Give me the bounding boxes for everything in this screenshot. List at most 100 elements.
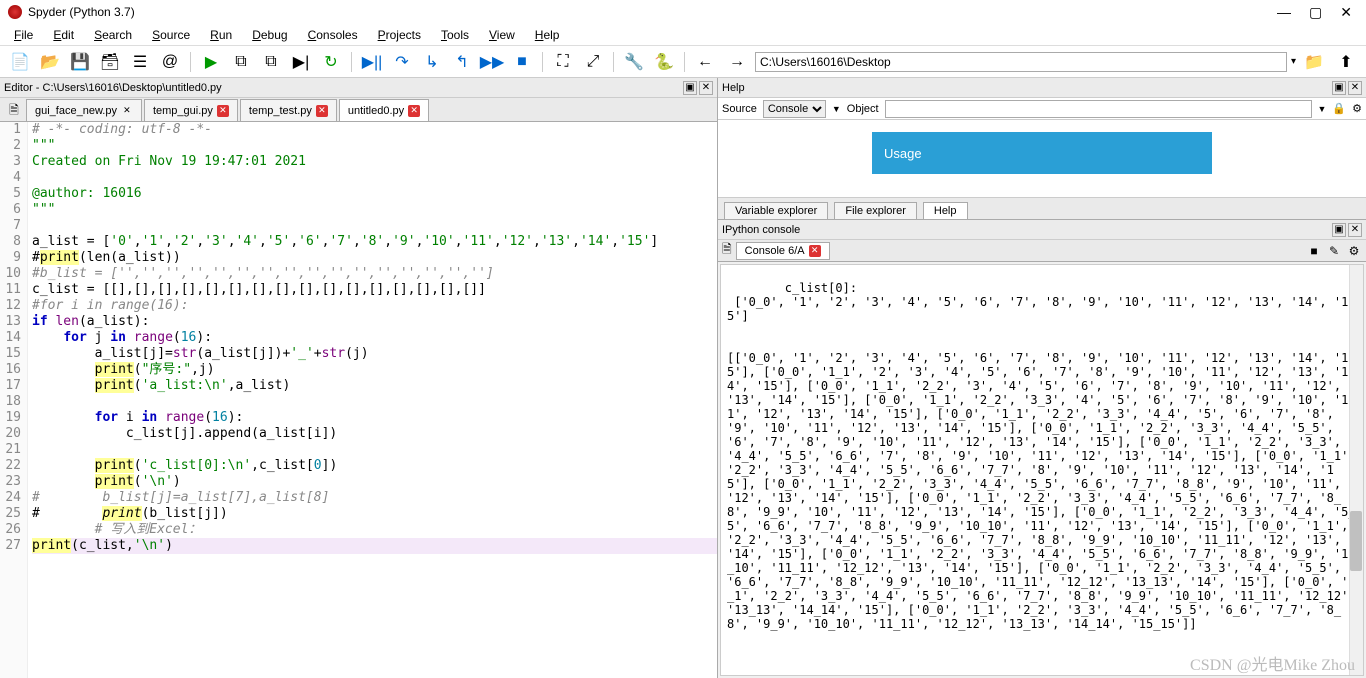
usage-banner: Usage xyxy=(872,132,1212,174)
ipython-float-button[interactable]: ▣ xyxy=(1332,223,1346,237)
back-button[interactable]: ← xyxy=(691,49,719,75)
console-tab-label: Console 6/A xyxy=(745,245,805,257)
menu-source[interactable]: Source xyxy=(144,26,198,44)
continue-button[interactable]: ▶▶ xyxy=(478,49,506,75)
help-object-input[interactable] xyxy=(885,100,1312,118)
step-into-button[interactable]: ↳ xyxy=(418,49,446,75)
menu-run[interactable]: Run xyxy=(202,26,240,44)
maximize-pane-button[interactable]: ⛶ xyxy=(549,49,577,75)
file-browse-button[interactable]: 🗎 xyxy=(4,101,24,121)
minimize-button[interactable]: — xyxy=(1277,4,1291,21)
console-tab[interactable]: Console 6/A ✕ xyxy=(736,242,830,260)
working-dir-input[interactable] xyxy=(755,52,1287,72)
toolbar-sep xyxy=(542,52,543,72)
menu-tools[interactable]: Tools xyxy=(433,26,477,44)
file-tab[interactable]: temp_gui.py ✕ xyxy=(144,99,238,121)
step-over-button[interactable]: ↷ xyxy=(388,49,416,75)
new-file-button[interactable]: 📄 xyxy=(6,49,34,75)
file-tab-close-icon[interactable]: ✕ xyxy=(121,105,133,117)
scrollbar-thumb[interactable] xyxy=(1350,511,1362,571)
file-tab[interactable]: temp_test.py ✕ xyxy=(240,99,337,121)
editor-header-title: Editor - C:\Users\16016\Desktop\untitled… xyxy=(4,82,222,94)
step-out-button[interactable]: ↰ xyxy=(448,49,476,75)
stop-debug-button[interactable]: ■ xyxy=(508,49,536,75)
file-tab-close-icon[interactable]: ✕ xyxy=(408,105,420,117)
file-tab-close-icon[interactable]: ✕ xyxy=(316,105,328,117)
menu-view[interactable]: View xyxy=(481,26,523,44)
code-editor[interactable]: 1234567891011121314151617181920212223242… xyxy=(0,122,717,678)
debug-button[interactable]: ▶|| xyxy=(358,49,386,75)
menu-help[interactable]: Help xyxy=(527,26,568,44)
help-tabs: Variable explorer File explorer Help xyxy=(718,197,1366,219)
ipython-title: IPython console xyxy=(722,224,800,236)
window-title: Spyder (Python 3.7) xyxy=(28,5,135,19)
remove-clients-icon[interactable]: ✎ xyxy=(1326,243,1342,259)
help-object-label: Object xyxy=(847,103,879,115)
help-source-select[interactable]: Console xyxy=(763,100,826,118)
forward-button[interactable]: → xyxy=(723,49,751,75)
menu-projects[interactable]: Projects xyxy=(370,26,429,44)
run-selection-button[interactable]: ▶| xyxy=(287,49,315,75)
preferences-button[interactable]: 🔧 xyxy=(620,49,648,75)
title-bar: Spyder (Python 3.7) — ▢ ✕ xyxy=(0,0,1366,24)
help-pane-title: Help xyxy=(722,82,745,94)
file-tab-label: temp_gui.py xyxy=(153,105,213,117)
scrollbar[interactable] xyxy=(1349,265,1363,675)
parent-dir-button[interactable]: ⬆ xyxy=(1332,49,1360,75)
file-tab-close-icon[interactable]: ✕ xyxy=(217,105,229,117)
help-content: Usage xyxy=(718,120,1366,197)
console-tab-close-icon[interactable]: ✕ xyxy=(809,245,821,257)
gear-icon[interactable]: ⚙ xyxy=(1352,102,1362,115)
file-tabs: 🗎 gui_face_new.py✕temp_gui.py✕temp_test.… xyxy=(0,98,717,122)
file-tab[interactable]: untitled0.py✕ xyxy=(339,99,429,121)
console-text: c_list[0]: ['0_0', '1', '2', '3', '4', '… xyxy=(727,281,1363,631)
help-pane-header: Help ▣ ✕ xyxy=(718,78,1366,98)
help-toolbar: Source Console ▼ Object ▼ 🔒 ⚙ xyxy=(718,98,1366,120)
maximize-button[interactable]: ▢ xyxy=(1309,4,1322,21)
browse-dir-button[interactable]: 📁 xyxy=(1300,49,1328,75)
console-output[interactable]: c_list[0]: ['0_0', '1', '2', '3', '4', '… xyxy=(720,264,1364,676)
file-tab-label: gui_face_new.py xyxy=(35,105,117,117)
ipython-close-pane-button[interactable]: ✕ xyxy=(1348,223,1362,237)
ipython-pane-header: IPython console ▣ ✕ xyxy=(718,220,1366,240)
help-tab-variable-explorer[interactable]: Variable explorer xyxy=(724,202,828,219)
open-file-button[interactable]: 📂 xyxy=(36,49,64,75)
close-button[interactable]: ✕ xyxy=(1340,4,1352,21)
console-browse-button[interactable]: 🗎 xyxy=(722,240,732,261)
path-dropdown-icon[interactable]: ▾ xyxy=(1291,56,1296,67)
run-cell-button[interactable]: ⧉ xyxy=(227,49,255,75)
editor-float-button[interactable]: ▣ xyxy=(683,81,697,95)
run-button[interactable]: ▶ xyxy=(197,49,225,75)
file-tab[interactable]: gui_face_new.py ✕ xyxy=(26,99,142,121)
watermark: CSDN @光电Mike Zhou xyxy=(1190,659,1355,673)
help-source-label: Source xyxy=(722,103,757,115)
rerun-button[interactable]: ↻ xyxy=(317,49,345,75)
lock-icon[interactable]: 🔒 xyxy=(1332,102,1346,115)
editor-close-pane-button[interactable]: ✕ xyxy=(699,81,713,95)
outline-button[interactable]: ☰ xyxy=(126,49,154,75)
toolbar-sep xyxy=(190,52,191,72)
toolbar-sep xyxy=(613,52,614,72)
help-float-button[interactable]: ▣ xyxy=(1332,81,1346,95)
python-path-button[interactable]: 🐍 xyxy=(650,49,678,75)
menu-search[interactable]: Search xyxy=(86,26,140,44)
help-close-pane-button[interactable]: ✕ xyxy=(1348,81,1362,95)
menu-bar: FileEditSearchSourceRunDebug ConsolesProj… xyxy=(0,24,1366,46)
menu-debug[interactable]: Debug xyxy=(244,26,295,44)
toolbar-sep xyxy=(684,52,685,72)
run-cell-advance-button[interactable]: ⧉ xyxy=(257,49,285,75)
save-button[interactable]: 💾 xyxy=(66,49,94,75)
file-tab-label: temp_test.py xyxy=(249,105,312,117)
help-tab-help[interactable]: Help xyxy=(923,202,968,219)
spyder-icon xyxy=(8,5,22,19)
help-tab-file-explorer[interactable]: File explorer xyxy=(834,202,917,219)
at-button[interactable]: @ xyxy=(156,49,184,75)
save-all-button[interactable]: 🗃 xyxy=(96,49,124,75)
interrupt-kernel-icon[interactable]: ■ xyxy=(1306,243,1322,259)
options-gear-icon[interactable]: ⚙ xyxy=(1346,243,1362,259)
editor-pane-header: Editor - C:\Users\16016\Desktop\untitled… xyxy=(0,78,717,98)
fullscreen-button[interactable]: ⤢ xyxy=(579,49,607,75)
menu-edit[interactable]: Edit xyxy=(45,26,82,44)
menu-consoles[interactable]: Consoles xyxy=(300,26,366,44)
menu-file[interactable]: File xyxy=(6,26,41,44)
